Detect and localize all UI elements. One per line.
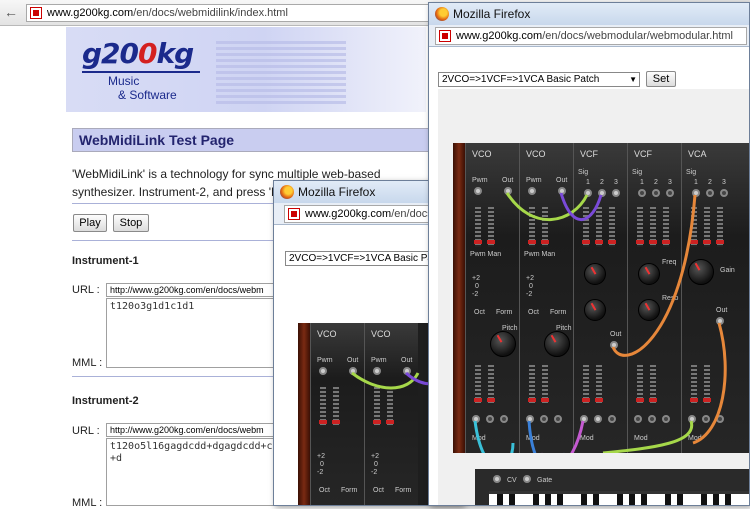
synth-rack: VCO Pwm Out Pwm Man +2 0 -2 Oct Form Pit…	[453, 143, 749, 453]
module-label: CV	[507, 477, 517, 484]
black-key[interactable]	[617, 494, 623, 505]
black-key[interactable]	[509, 494, 515, 505]
patch-cables	[473, 192, 727, 453]
site-favicon-icon	[30, 7, 42, 19]
site-favicon-icon	[288, 208, 300, 220]
instrument2-heading: Instrument-2	[72, 395, 139, 407]
instrument2-url-input[interactable]: http://www.g200kg.com/en/docs/webm	[106, 423, 276, 437]
patch-select[interactable]: 2VCO=>1VCF=>1VCA Basic Patch ▼	[438, 72, 640, 87]
play-button[interactable]: Play	[73, 214, 107, 232]
firefox-icon	[435, 7, 449, 21]
cv-jack[interactable]	[493, 475, 501, 483]
patch-cable	[505, 192, 589, 222]
page-title: WebMidiLink Test Page	[79, 132, 235, 148]
dropdown-arrow-icon: ▼	[629, 75, 637, 84]
instrument1-url-label: URL :	[72, 284, 100, 296]
set-button[interactable]: Set	[646, 71, 676, 87]
patch-cable	[692, 322, 727, 445]
back-arrow-icon[interactable]: ←	[4, 4, 20, 20]
black-key[interactable]	[713, 494, 719, 505]
logo-subtitle-software: & Software	[118, 88, 177, 102]
url-path: /en/docs/webmidilink/index.html	[133, 7, 288, 19]
black-key[interactable]	[557, 494, 563, 505]
black-key[interactable]	[701, 494, 707, 505]
url-field[interactable]: www.g200kg.com/en/docs/webmodular/webmod…	[435, 27, 747, 45]
keyboard[interactable]	[489, 491, 749, 505]
black-key[interactable]	[545, 494, 551, 505]
instrument2-mml-label: MML :	[72, 497, 103, 509]
black-key[interactable]	[629, 494, 635, 505]
gate-jack[interactable]	[523, 475, 531, 483]
url-site: www.g200kg.com	[47, 7, 134, 19]
site-logo[interactable]: g200kg	[82, 37, 194, 70]
patch-cable	[473, 420, 515, 453]
address-bar: www.g200kg.com/en/docs/webmodular/webmod…	[429, 25, 749, 47]
patch-select[interactable]: 2VCO=>1VCF=>1VCA Basic Patc	[285, 251, 450, 266]
banner-decoration	[216, 41, 346, 107]
site-banner: g200kg Music & Software	[66, 27, 426, 112]
black-key[interactable]	[497, 494, 503, 505]
black-key[interactable]	[593, 494, 599, 505]
black-key[interactable]	[677, 494, 683, 505]
instrument2-url-label: URL :	[72, 425, 100, 437]
stop-button[interactable]: Stop	[113, 214, 149, 232]
patch-cable	[611, 194, 697, 357]
page-title-bar: WebMidiLink Test Page	[72, 128, 432, 152]
window-titlebar[interactable]: Mozilla Firefox	[429, 3, 749, 25]
instrument1-mml-label: MML :	[72, 357, 103, 369]
window-title: Mozilla Firefox	[298, 185, 376, 199]
black-key[interactable]	[581, 494, 587, 505]
site-favicon-icon	[439, 30, 451, 42]
firefox-icon	[280, 185, 294, 199]
window-title: Mozilla Firefox	[453, 7, 531, 21]
firefox-window-front[interactable]: Mozilla Firefox www.g200kg.com/en/docs/w…	[428, 2, 750, 506]
module-label: Gate	[537, 477, 553, 484]
black-key[interactable]	[533, 494, 539, 505]
black-key[interactable]	[641, 494, 647, 505]
instrument1-heading: Instrument-1	[72, 255, 139, 267]
logo-underline	[82, 71, 200, 73]
keyboard-controller: CV Gate	[475, 469, 749, 505]
patch-cable	[541, 420, 585, 453]
black-key[interactable]	[725, 494, 731, 505]
instrument1-url-input[interactable]: http://www.g200kg.com/en/docs/webm	[106, 283, 276, 297]
patch-cable	[527, 420, 565, 453]
black-key[interactable]	[665, 494, 671, 505]
patch-cable	[602, 420, 694, 453]
logo-subtitle-music: Music	[108, 74, 140, 88]
